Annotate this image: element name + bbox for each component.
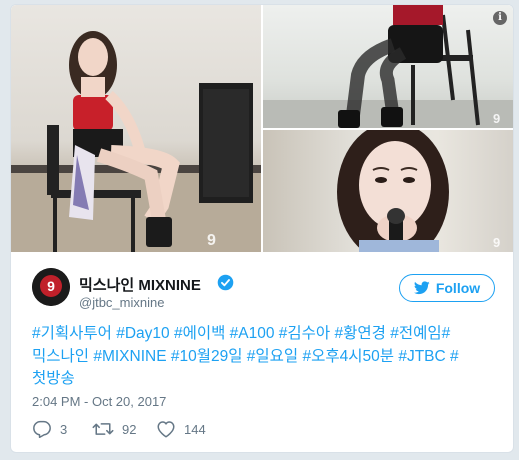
twitter-bird-icon bbox=[413, 281, 430, 295]
tweet-media[interactable]: 9 9 i 9 bbox=[11, 5, 513, 252]
tweet-text-line[interactable]: #기획사투어 #Day10 #에이백 #A100 #김수아 #황연경 #전예임# bbox=[32, 323, 502, 346]
follow-label: Follow bbox=[435, 280, 481, 296]
reply-button[interactable]: 3 bbox=[32, 420, 67, 438]
like-count: 144 bbox=[184, 421, 206, 437]
follow-button[interactable]: Follow bbox=[399, 274, 495, 302]
photo-3-illustration: 9 bbox=[337, 130, 500, 252]
avatar[interactable]: 9 bbox=[32, 268, 70, 306]
user-handle[interactable]: @jtbc_mixnine bbox=[79, 295, 164, 310]
info-icon[interactable]: i bbox=[493, 11, 507, 25]
watermark-2: 9 bbox=[493, 111, 500, 126]
like-button[interactable]: 144 bbox=[156, 420, 206, 438]
reply-icon bbox=[33, 420, 51, 438]
retweet-icon bbox=[92, 423, 114, 435]
reply-count: 3 bbox=[60, 421, 68, 437]
photo-1-illustration: 9 bbox=[11, 31, 261, 252]
retweet-button[interactable]: 92 bbox=[92, 420, 136, 438]
tweet-text: #기획사투어 #Day10 #에이백 #A100 #김수아 #황연경 #전예임#… bbox=[32, 323, 502, 391]
tweet-text-line[interactable]: 믹스나인 #MIXNINE #10월29일 #일요일 #오후4시50분 #JTB… bbox=[32, 346, 502, 369]
photo-1[interactable]: 9 bbox=[11, 5, 261, 252]
photo-2-illustration: 9 bbox=[263, 5, 513, 128]
heart-icon bbox=[157, 421, 175, 438]
display-name[interactable]: 믹스나인 MIXNINE bbox=[79, 274, 201, 295]
tweet-header: 9 믹스나인 MIXNINE @jtbc_mixnine Follow bbox=[11, 265, 513, 315]
retweet-count: 92 bbox=[122, 421, 137, 437]
verified-badge-icon bbox=[217, 274, 234, 291]
timestamp[interactable]: 2:04 PM - Oct 20, 2017 bbox=[32, 394, 166, 409]
watermark-3: 9 bbox=[493, 235, 500, 250]
watermark-1: 9 bbox=[207, 232, 216, 249]
tweet-text-line[interactable]: 첫방송 bbox=[32, 368, 502, 391]
avatar-text: 9 bbox=[47, 278, 55, 294]
photo-3[interactable]: 9 bbox=[263, 130, 513, 252]
avatar-logo-icon: 9 bbox=[32, 268, 70, 306]
photo-2[interactable]: 9 i bbox=[263, 5, 513, 128]
tweet-card[interactable]: 9 9 i 9 9 믹스나인 MIXNINE @jtbc_mixnine Fol… bbox=[10, 4, 514, 453]
